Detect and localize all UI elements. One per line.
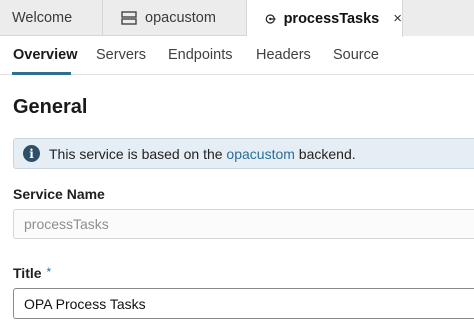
service-name-label: Service Name [13, 186, 105, 202]
banner-suffix: backend. [294, 145, 356, 162]
title-input-value: OPA Process Tasks [24, 295, 146, 312]
tab-bar-empty-space [403, 0, 474, 36]
info-banner: i This service is based on the opacustom… [13, 138, 474, 169]
close-icon[interactable]: × [393, 10, 402, 27]
tab-processtasks[interactable]: processTasks × [247, 0, 403, 37]
tab-processtasks-label: processTasks [283, 10, 380, 27]
title-input[interactable]: OPA Process Tasks [13, 288, 474, 319]
tab-servers[interactable]: Servers [96, 47, 146, 63]
info-icon: i [23, 145, 40, 162]
tab-overview[interactable]: Overview [13, 47, 78, 63]
tab-source[interactable]: Source [333, 47, 379, 63]
tab-endpoints[interactable]: Endpoints [168, 47, 233, 63]
service-icon [265, 13, 276, 24]
editor-tab-bar: Welcome opacustom processTasks × [0, 0, 474, 37]
sub-tab-bar: Overview Servers Endpoints Headers Sourc… [0, 37, 474, 75]
title-label-wrap: Title * [13, 265, 51, 281]
active-tab-indicator [12, 72, 71, 75]
backend-link[interactable]: opacustom [226, 146, 294, 162]
server-icon [121, 11, 137, 25]
tab-welcome-label: Welcome [12, 10, 73, 26]
tab-welcome[interactable]: Welcome [0, 0, 103, 36]
tab-opacustom[interactable]: opacustom [103, 0, 247, 36]
service-name-field: processTasks [13, 209, 474, 239]
banner-prefix: This service is based on the [49, 145, 227, 162]
service-name-value: processTasks [24, 216, 109, 232]
title-label: Title [13, 265, 42, 281]
required-marker: * [46, 265, 52, 279]
tab-opacustom-label: opacustom [145, 10, 216, 26]
page-title: General [13, 96, 88, 118]
tab-headers[interactable]: Headers [256, 47, 311, 63]
